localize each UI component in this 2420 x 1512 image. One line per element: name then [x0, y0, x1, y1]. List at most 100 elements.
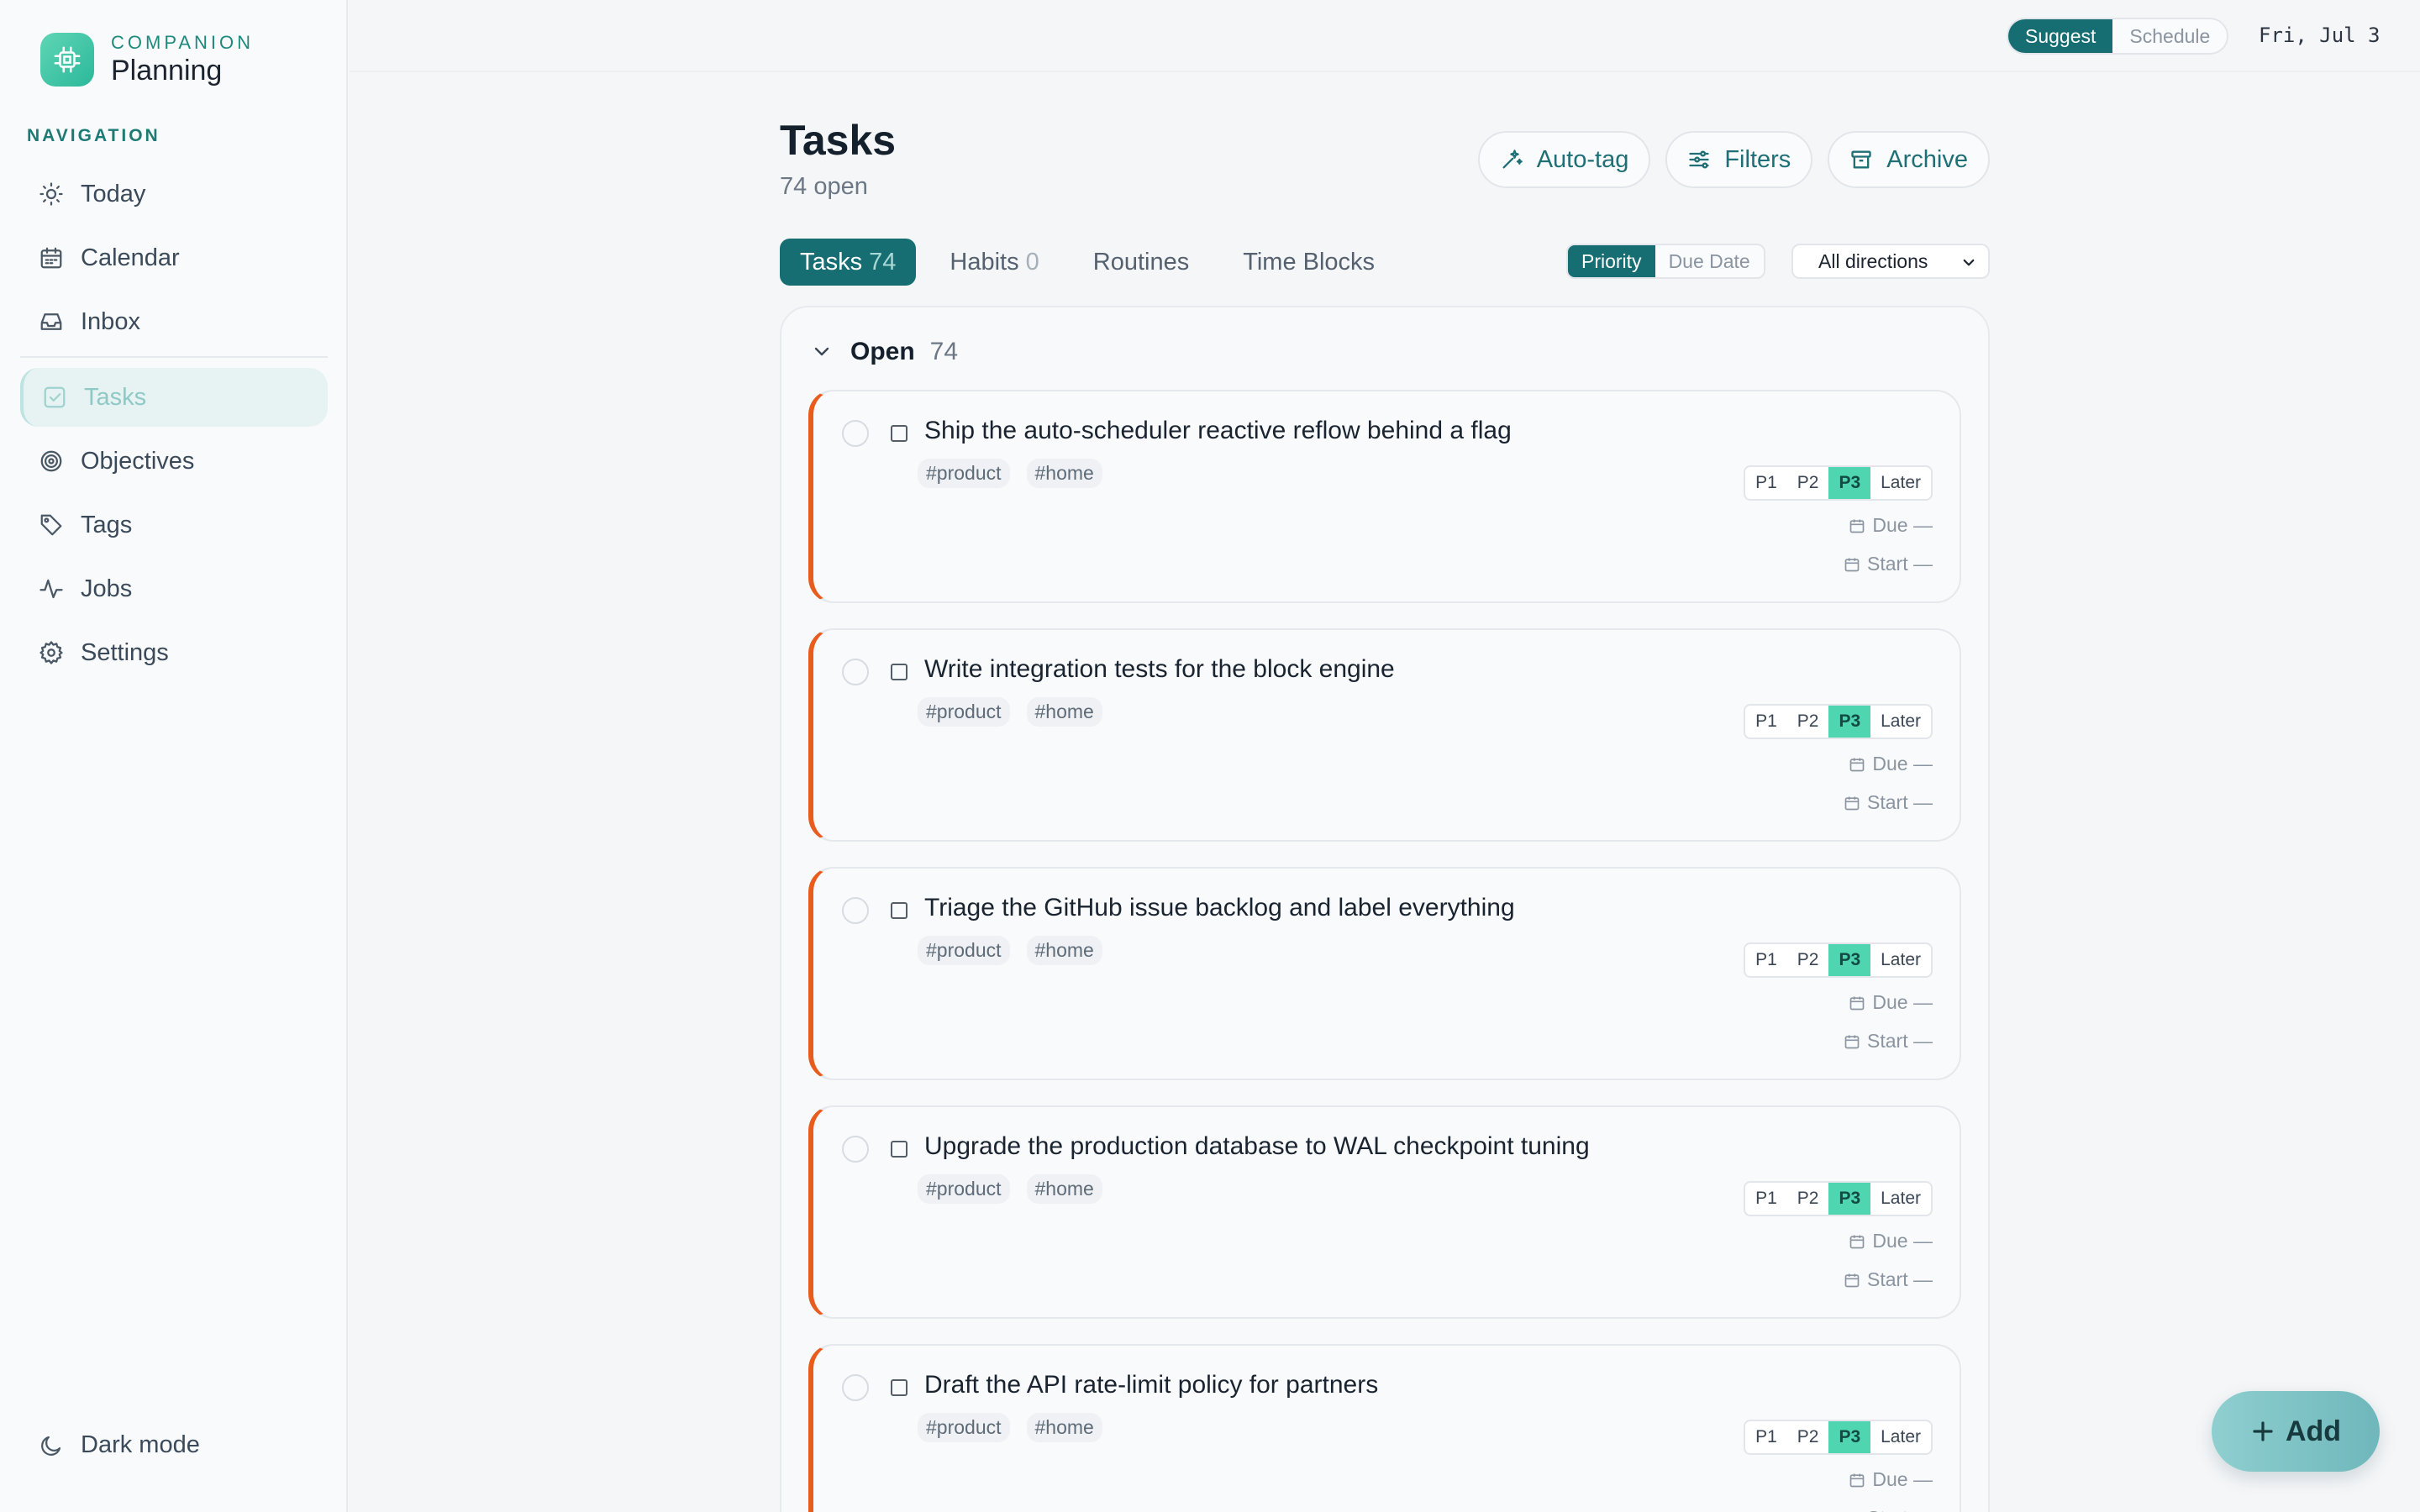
complete-toggle[interactable]: [842, 1136, 869, 1163]
mode-suggest-button[interactable]: Suggest: [2008, 19, 2113, 53]
start-date-field[interactable]: Start —: [1844, 1268, 1933, 1291]
priority-p3[interactable]: P3: [1828, 1183, 1871, 1215]
priority-p3[interactable]: P3: [1828, 944, 1871, 976]
tab-routines[interactable]: Routines: [1073, 239, 1209, 286]
due-date-field[interactable]: Due —: [1849, 1468, 1933, 1491]
tab-habits[interactable]: Habits 0: [929, 239, 1059, 286]
sidebar-item-label: Inbox: [81, 307, 140, 335]
priority-p1[interactable]: P1: [1745, 944, 1787, 976]
select-checkbox[interactable]: [891, 1379, 908, 1396]
priority-selector: P1 P2 P3 Later: [1744, 1420, 1933, 1455]
autotag-button[interactable]: Auto-tag: [1477, 131, 1651, 188]
dark-mode-label: Dark mode: [81, 1431, 200, 1458]
task-card[interactable]: Write integration tests for the block en…: [808, 628, 1961, 842]
task-card[interactable]: Upgrade the production database to WAL c…: [808, 1105, 1961, 1319]
select-checkbox[interactable]: [891, 664, 908, 680]
sidebar-item-jobs[interactable]: Jobs: [20, 559, 328, 618]
start-date-field[interactable]: Start —: [1844, 553, 1933, 575]
select-checkbox[interactable]: [891, 1141, 908, 1158]
task-card[interactable]: Ship the auto-scheduler reactive reflow …: [808, 390, 1961, 603]
plus-icon: [2253, 1421, 2273, 1441]
tag-chip[interactable]: #product: [918, 459, 1010, 488]
priority-p2[interactable]: P2: [1787, 1421, 1829, 1453]
complete-toggle[interactable]: [842, 659, 869, 685]
sidebar-item-calendar[interactable]: Calendar: [20, 228, 328, 287]
sidebar-item-label: Tasks: [84, 383, 147, 411]
tag-chip[interactable]: #product: [918, 1174, 1010, 1204]
due-date-field[interactable]: Due —: [1849, 1230, 1933, 1252]
moon-icon: [41, 1436, 61, 1456]
tag-chip[interactable]: #home: [1026, 936, 1102, 965]
tag-chip[interactable]: #product: [918, 936, 1010, 965]
task-card[interactable]: Draft the API rate-limit policy for part…: [808, 1344, 1961, 1512]
archive-button[interactable]: Archive: [1828, 131, 1990, 188]
add-task-button[interactable]: Add: [2212, 1391, 2380, 1472]
direction-select[interactable]: All directions: [1791, 244, 1990, 279]
task-title[interactable]: Ship the auto-scheduler reactive reflow …: [924, 417, 1512, 445]
start-date-field[interactable]: Start —: [1844, 791, 1933, 814]
priority-p2[interactable]: P2: [1787, 706, 1829, 738]
start-date-field[interactable]: Start —: [1844, 1507, 1933, 1512]
priority-p2[interactable]: P2: [1787, 1183, 1829, 1215]
task-card[interactable]: Triage the GitHub issue backlog and labe…: [808, 867, 1961, 1080]
sidebar-item-inbox[interactable]: Inbox: [20, 292, 328, 351]
sparkle-icon: [1502, 150, 1523, 169]
priority-selector: P1 P2 P3 Later: [1744, 465, 1933, 501]
task-title[interactable]: Upgrade the production database to WAL c…: [924, 1132, 1590, 1161]
sort-due-date-button[interactable]: Due Date: [1655, 245, 1764, 277]
tag-chip[interactable]: #home: [1026, 1413, 1102, 1442]
tag-chip[interactable]: #home: [1026, 697, 1102, 727]
filters-button[interactable]: Filters: [1665, 131, 1813, 188]
complete-toggle[interactable]: [842, 420, 869, 447]
sidebar-item-tags[interactable]: Tags: [20, 496, 328, 554]
mode-schedule-button[interactable]: Schedule: [2112, 19, 2227, 53]
select-checkbox[interactable]: [891, 902, 908, 919]
task-title[interactable]: Triage the GitHub issue backlog and labe…: [924, 894, 1515, 922]
priority-later[interactable]: Later: [1870, 944, 1931, 976]
due-date-field[interactable]: Due —: [1849, 753, 1933, 775]
dark-mode-toggle[interactable]: Dark mode: [39, 1431, 200, 1459]
priority-p1[interactable]: P1: [1745, 1421, 1787, 1453]
sidebar-item-label: Jobs: [81, 575, 133, 602]
tag-chip[interactable]: #product: [918, 697, 1010, 727]
sidebar-item-objectives[interactable]: Objectives: [20, 432, 328, 491]
priority-later[interactable]: Later: [1870, 1183, 1931, 1215]
tag-chip[interactable]: #product: [918, 1413, 1010, 1442]
due-label: Due —: [1872, 514, 1933, 536]
priority-p3[interactable]: P3: [1828, 706, 1871, 738]
sidebar-item-label: Calendar: [81, 244, 180, 271]
priority-p2[interactable]: P2: [1787, 944, 1829, 976]
sidebar-item-tasks[interactable]: Tasks: [20, 368, 328, 427]
tag-chip[interactable]: #home: [1026, 1174, 1102, 1204]
brand[interactable]: COMPANION Planning: [40, 32, 254, 87]
group-header-open[interactable]: Open 74: [812, 338, 958, 366]
sort-priority-button[interactable]: Priority: [1568, 245, 1655, 277]
start-label: Start —: [1867, 553, 1933, 575]
due-date-field[interactable]: Due —: [1849, 514, 1933, 537]
due-date-field[interactable]: Due —: [1849, 991, 1933, 1014]
task-title[interactable]: Draft the API rate-limit policy for part…: [924, 1371, 1378, 1399]
sidebar-item-today[interactable]: Today: [20, 165, 328, 223]
tab-time-blocks[interactable]: Time Blocks: [1223, 239, 1395, 286]
priority-p3[interactable]: P3: [1828, 1421, 1871, 1453]
priority-p2[interactable]: P2: [1787, 467, 1829, 499]
target-icon: [40, 450, 62, 472]
sidebar-item-label: Tags: [81, 511, 133, 538]
priority-p3[interactable]: P3: [1828, 467, 1871, 499]
page-actions: Auto-tag Filters Archive: [1463, 131, 1990, 188]
tag-chip[interactable]: #home: [1026, 459, 1102, 488]
complete-toggle[interactable]: [842, 1374, 869, 1401]
priority-p1[interactable]: P1: [1745, 706, 1787, 738]
tab-bar: Tasks 74 Habits 0 Routines Time Blocks: [780, 239, 1408, 286]
tab-tasks[interactable]: Tasks 74: [780, 239, 917, 286]
priority-later[interactable]: Later: [1870, 706, 1931, 738]
priority-p1[interactable]: P1: [1745, 1183, 1787, 1215]
select-checkbox[interactable]: [891, 425, 908, 442]
sidebar-item-settings[interactable]: Settings: [20, 623, 328, 682]
complete-toggle[interactable]: [842, 897, 869, 924]
priority-p1[interactable]: P1: [1745, 467, 1787, 499]
priority-later[interactable]: Later: [1870, 467, 1931, 499]
start-date-field[interactable]: Start —: [1844, 1030, 1933, 1053]
task-title[interactable]: Write integration tests for the block en…: [924, 655, 1395, 684]
priority-later[interactable]: Later: [1870, 1421, 1931, 1453]
